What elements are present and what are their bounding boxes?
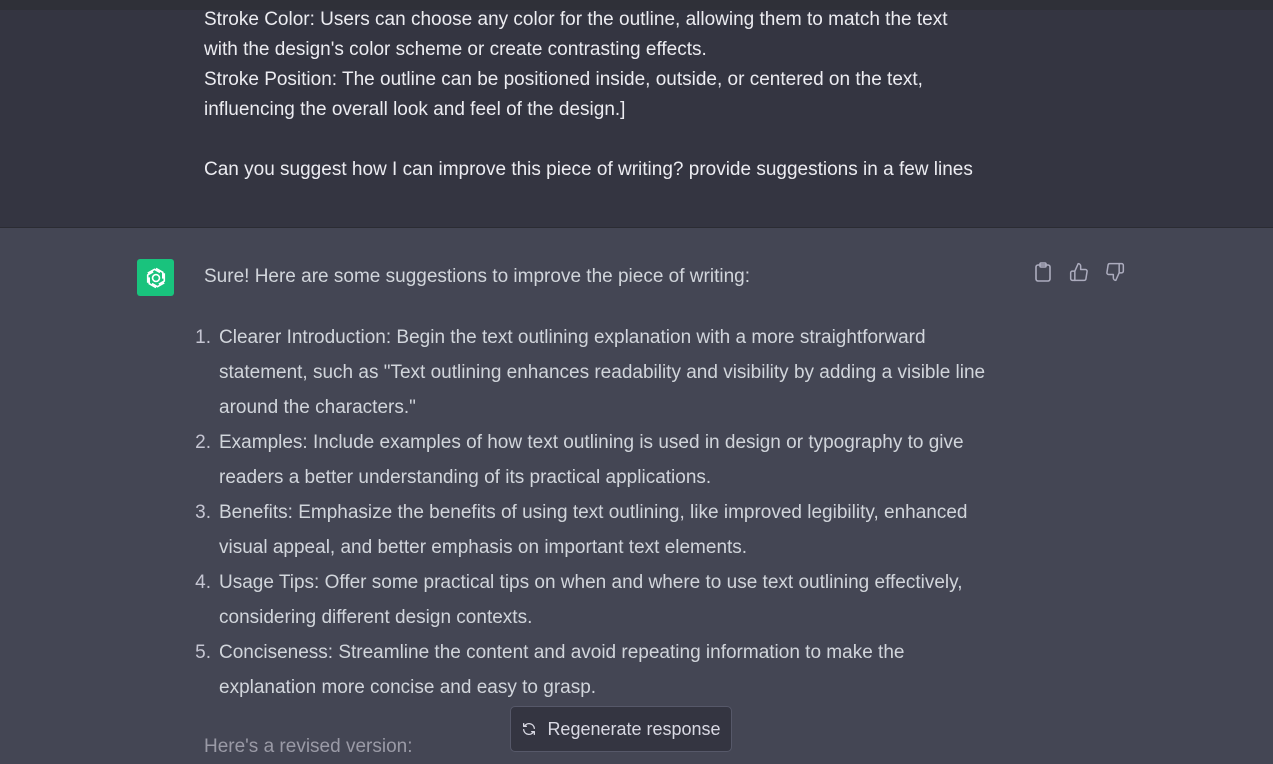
list-item-line: explanation more concise and easy to gra…: [219, 677, 597, 698]
list-number: 1.: [195, 327, 211, 348]
list-item-line: visual appeal, and better emphasis on im…: [219, 537, 748, 558]
list-item-line: around the characters.": [219, 397, 416, 418]
user-message: Stroke Color: Users can choose any color…: [0, 0, 1273, 228]
openai-logo-icon: [137, 259, 174, 296]
list-item-line: considering different design contexts.: [219, 607, 533, 628]
user-question: Can you suggest how I can improve this p…: [204, 159, 973, 180]
user-message-line: Stroke Position: The outline can be posi…: [204, 69, 923, 90]
suggestion-list: 1. Clearer Introduction: Begin the text …: [176, 320, 1026, 705]
refresh-icon: [521, 721, 537, 737]
user-message-line: Stroke Color: Users can choose any color…: [204, 9, 948, 30]
user-message-text: Stroke Color: Users can choose any color…: [204, 5, 1024, 185]
user-message-line: with the design's color scheme or create…: [204, 39, 707, 60]
thumbs-up-icon[interactable]: [1068, 261, 1090, 283]
list-number: 2.: [195, 432, 211, 453]
list-item-line: Conciseness: Streamline the content and …: [219, 642, 905, 663]
list-item-line: Usage Tips: Offer some practical tips on…: [219, 572, 963, 593]
regenerate-response-button[interactable]: Regenerate response: [510, 706, 732, 752]
assistant-intro: Sure! Here are some suggestions to impro…: [204, 266, 750, 287]
message-actions: [1032, 261, 1126, 283]
list-item: 1. Clearer Introduction: Begin the text …: [176, 320, 1026, 425]
list-item-line: Examples: Include examples of how text o…: [219, 432, 964, 453]
list-item-line: Clearer Introduction: Begin the text out…: [219, 327, 926, 348]
list-number: 4.: [195, 572, 211, 593]
list-item: 4. Usage Tips: Offer some practical tips…: [176, 565, 1026, 635]
assistant-message: Sure! Here are some suggestions to impro…: [0, 228, 1273, 764]
revised-version-label: Here's a revised version:: [204, 736, 413, 757]
list-item: 3. Benefits: Emphasize the benefits of u…: [176, 495, 1026, 565]
thumbs-down-icon[interactable]: [1104, 261, 1126, 283]
user-message-line: influencing the overall look and feel of…: [204, 99, 626, 120]
list-item-text: Conciseness: Streamline the content and …: [211, 635, 1026, 705]
regenerate-label: Regenerate response: [547, 718, 721, 739]
list-item-text: Clearer Introduction: Begin the text out…: [211, 320, 1026, 425]
list-item-text: Benefits: Emphasize the benefits of usin…: [211, 495, 1026, 565]
list-item-text: Examples: Include examples of how text o…: [211, 425, 1026, 495]
list-item-line: Benefits: Emphasize the benefits of usin…: [219, 502, 968, 523]
list-item: 5. Conciseness: Streamline the content a…: [176, 635, 1026, 705]
list-item: 2. Examples: Include examples of how tex…: [176, 425, 1026, 495]
list-item-line: readers a better understanding of its pr…: [219, 467, 712, 488]
clipboard-icon[interactable]: [1032, 261, 1054, 283]
list-number: 5.: [195, 642, 211, 663]
list-item-text: Usage Tips: Offer some practical tips on…: [211, 565, 1026, 635]
list-item-line: statement, such as "Text outlining enhan…: [219, 362, 986, 383]
chat-view: Stroke Color: Users can choose any color…: [0, 0, 1273, 764]
list-number: 3.: [195, 502, 211, 523]
